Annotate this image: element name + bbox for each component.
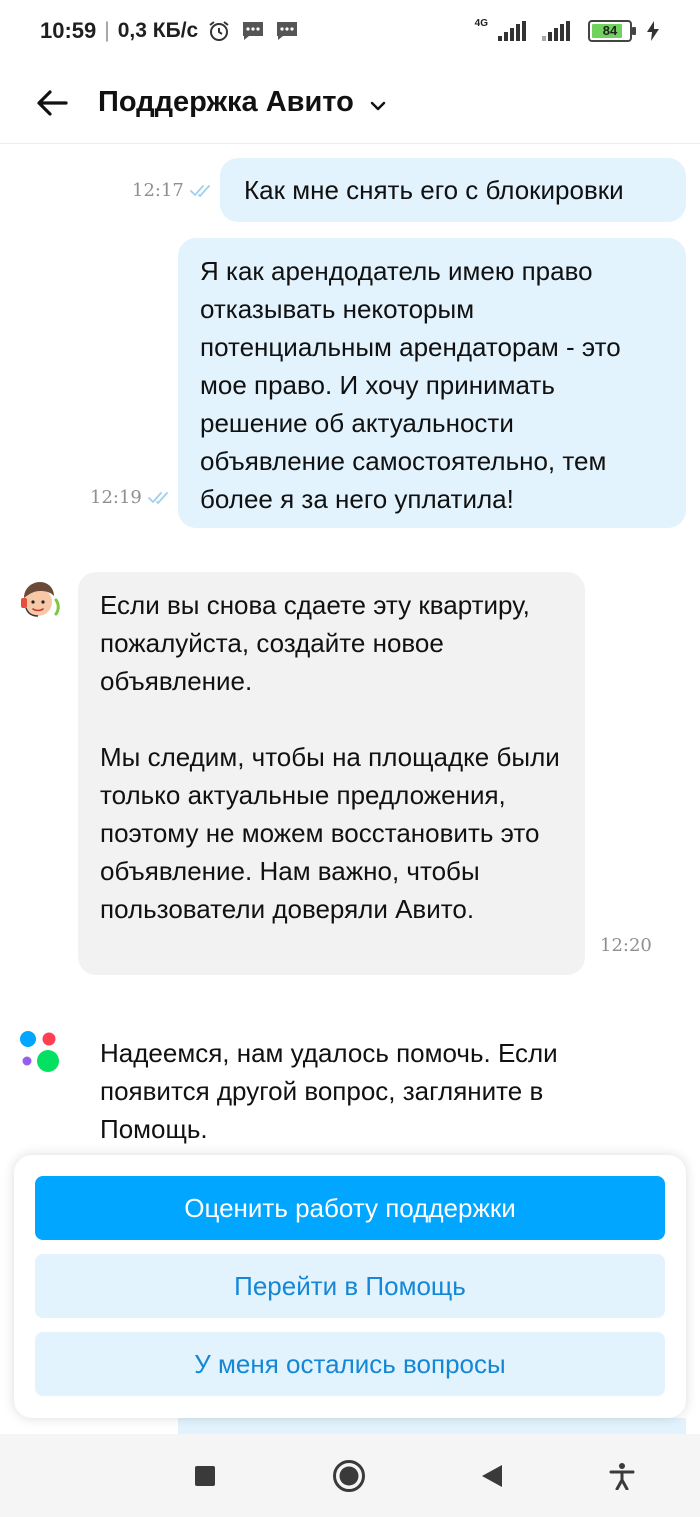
double-check-icon [147, 491, 168, 504]
chevron-down-icon [370, 101, 386, 111]
system-message: Надеемся, нам удалось помочь. Если появи… [100, 1038, 558, 1144]
incoming-message[interactable]: Если вы снова сдаете эту квартиру, пожал… [78, 572, 585, 975]
message-meta: 12:17 [132, 180, 214, 201]
system-nav-bar [0, 1434, 700, 1517]
chat-header: Поддержка Авито [0, 62, 700, 144]
network-speed: 0,3 КБ/с [117, 19, 199, 42]
more-questions-button[interactable]: У меня остались вопросы [35, 1332, 665, 1396]
message-time: 12:19 [90, 487, 142, 508]
screen: 10:59 | 0,3 КБ/с 4G 84 Поддержка Авито 1… [0, 0, 700, 1517]
recent-apps-icon [195, 1466, 215, 1486]
rate-support-button[interactable]: Оценить работу поддержки [35, 1176, 665, 1240]
message-icon [274, 19, 300, 43]
status-bar: 10:59 | 0,3 КБ/с 4G 84 [0, 0, 700, 62]
battery-icon: 84 [588, 20, 636, 42]
accessibility-button[interactable] [600, 1454, 644, 1498]
support-avatar [16, 578, 66, 628]
outgoing-message[interactable]: Как мне снять его с блокировки [220, 158, 686, 222]
home-button[interactable] [327, 1454, 371, 1498]
status-time: 10:59 [40, 18, 97, 43]
status-left: 10:59 | 0,3 КБ/с [40, 18, 300, 44]
home-icon [333, 1460, 365, 1492]
message-time: 12:17 [132, 180, 184, 201]
message-icon [240, 19, 266, 43]
message-paragraph: Мы следим, чтобы на площадке были только… [100, 742, 560, 924]
status-separator: | [104, 19, 110, 42]
alarm-icon [206, 19, 232, 43]
charging-icon [646, 19, 660, 43]
back-nav-button[interactable] [470, 1454, 514, 1498]
status-right: 4G 84 [475, 19, 660, 43]
action-sheet: Оценить работу поддержки Перейти в Помощ… [14, 1155, 686, 1418]
message-paragraph: Если вы снова сдаете эту квартиру, пожал… [100, 590, 530, 696]
recent-apps-button[interactable] [183, 1454, 227, 1498]
message-time: 12:20 [600, 935, 652, 956]
chat-title: Поддержка Авито [98, 86, 354, 118]
go-to-help-button[interactable]: Перейти в Помощь [35, 1254, 665, 1318]
avito-logo-icon [18, 1030, 64, 1076]
battery-level: 84 [602, 23, 618, 38]
back-button[interactable] [32, 83, 72, 123]
network-type: 4G [474, 18, 488, 29]
hidden-message-peek [178, 1418, 686, 1434]
message-text: Как мне снять его с блокировки [244, 175, 624, 205]
arrow-left-icon [37, 89, 68, 116]
signal-icon [498, 21, 526, 41]
signal-icon [542, 21, 570, 41]
double-check-icon [189, 184, 210, 197]
page-title[interactable]: Поддержка Авито [98, 86, 386, 119]
back-icon [482, 1465, 502, 1487]
accessibility-icon [609, 1463, 635, 1490]
message-meta: 12:20 [600, 935, 652, 956]
outgoing-message[interactable]: Я как арендодатель имею право отказывать… [178, 238, 686, 528]
message-text: Я как арендодатель имею право отказывать… [200, 256, 621, 514]
message-meta: 12:19 [90, 487, 172, 508]
